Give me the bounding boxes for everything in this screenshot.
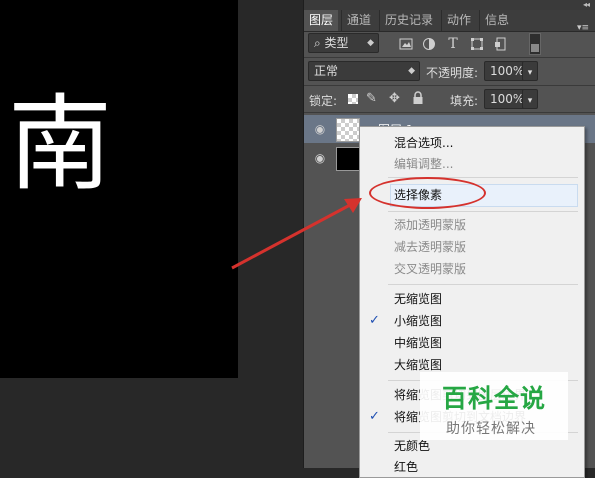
watermark-logo: 百科全说 助你轻松解决: [420, 372, 568, 440]
watermark-subtitle: 助你轻松解决: [446, 421, 536, 437]
watermark-title: 百科全说: [442, 384, 547, 413]
